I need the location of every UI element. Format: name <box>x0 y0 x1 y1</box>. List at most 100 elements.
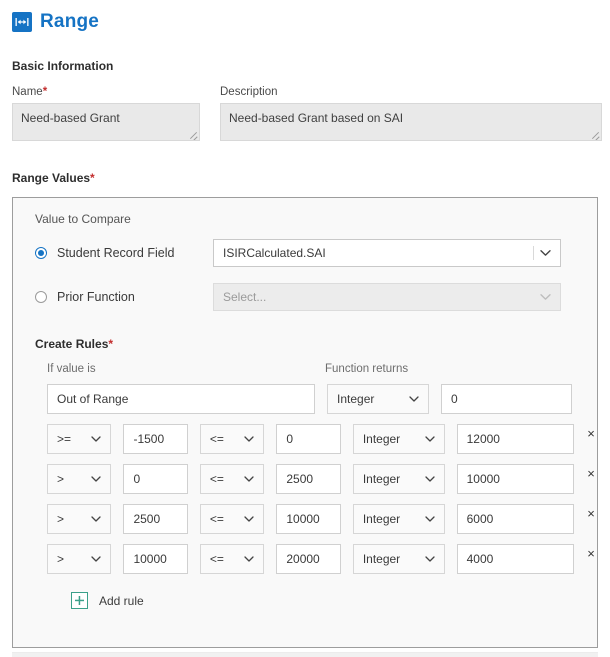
chevron-down-icon[interactable] <box>424 436 435 442</box>
radio-student-record-field[interactable] <box>35 247 47 259</box>
rule-0-operator-low-select[interactable]: >= <box>47 424 112 454</box>
option-prior-function[interactable]: Prior Function Select... <box>35 283 597 311</box>
basic-information-section: Basic Information Name* Need-based Grant… <box>0 59 610 141</box>
chevron-down-icon[interactable] <box>540 250 551 257</box>
rule-1-return-type-select[interactable]: Integer <box>352 464 445 494</box>
description-field-group: Description Need-based Grant based on SA… <box>220 86 602 141</box>
prior-function-select[interactable]: Select... <box>213 283 561 311</box>
rule-3-value-low-input[interactable]: 10000 <box>123 544 188 574</box>
delete-rule-icon[interactable]: × <box>585 506 597 520</box>
rule-1-operator-low-select[interactable]: > <box>47 464 112 494</box>
rule-3-value-high-input[interactable]: 20000 <box>276 544 341 574</box>
add-rule-button[interactable]: Add rule <box>71 592 597 609</box>
chevron-down-icon[interactable] <box>91 476 102 482</box>
chevron-down-icon[interactable] <box>91 516 102 522</box>
basic-information-heading: Basic Information <box>12 59 610 73</box>
rule-0-return-value-input[interactable]: 12000 <box>456 424 575 454</box>
rule-1-operator-low-value: > <box>57 472 65 486</box>
resize-handle-icon[interactable] <box>188 129 198 139</box>
rule-2-return-value: 6000 <box>466 512 494 526</box>
rule-2-return-type-select[interactable]: Integer <box>352 504 445 534</box>
rule-1-value-low-input[interactable]: 0 <box>123 464 188 494</box>
rule-row-out-of-range: Out of Range Integer 0 <box>47 384 597 414</box>
rule-2-operator-low-value: > <box>57 512 65 526</box>
out-of-range-return-type-value: Integer <box>337 392 375 406</box>
student-record-field-select[interactable]: ISIRCalculated.SAI <box>213 239 561 267</box>
prior-function-select-wrap: Select... <box>213 283 561 311</box>
rule-3-return-value: 4000 <box>466 552 494 566</box>
table-row: > 10000 <= 20000 Integer 4000 × <box>47 544 597 574</box>
chevron-down-icon[interactable] <box>409 396 419 402</box>
radio-label-prior-function: Prior Function <box>57 290 135 304</box>
name-label-text: Name <box>12 86 43 98</box>
rule-1-value-high-input[interactable]: 2500 <box>276 464 341 494</box>
out-of-range-return-type-select[interactable]: Integer <box>327 384 430 414</box>
rule-2-value-low-input[interactable]: 2500 <box>123 504 188 534</box>
rule-0-return-value: 12000 <box>466 432 500 446</box>
out-of-range-label-value: Out of Range <box>57 392 129 406</box>
page-header: Range <box>0 0 610 32</box>
rule-1-return-value: 10000 <box>466 472 500 486</box>
chevron-down-icon[interactable] <box>424 556 435 562</box>
range-editor-page: Range Basic Information Name* Need-based… <box>0 0 610 657</box>
add-rule-label: Add rule <box>99 593 144 608</box>
description-input[interactable]: Need-based Grant based on SAI <box>220 103 602 141</box>
rule-0-return-type-select[interactable]: Integer <box>352 424 445 454</box>
rule-1-operator-high-select[interactable]: <= <box>199 464 265 494</box>
rule-3-value-high: 20000 <box>286 552 320 566</box>
rule-2-value-high: 10000 <box>286 512 320 526</box>
chevron-down-icon[interactable] <box>91 436 102 442</box>
create-rules-heading: Create Rules* <box>35 337 597 351</box>
table-row: >= -1500 <= 0 Integer 12000 × <box>47 424 597 454</box>
delete-rule-icon[interactable]: × <box>585 466 597 480</box>
rule-3-return-value-input[interactable]: 4000 <box>456 544 575 574</box>
chevron-down-icon[interactable] <box>424 516 435 522</box>
delete-rule-icon[interactable]: × <box>585 426 597 440</box>
chevron-down-icon[interactable] <box>244 476 255 482</box>
chevron-down-icon[interactable] <box>244 436 255 442</box>
rule-3-return-type-value: Integer <box>362 552 401 566</box>
basic-information-fields: Name* Need-based Grant Description Need-… <box>12 86 610 141</box>
rule-2-operator-high-select[interactable]: <= <box>199 504 265 534</box>
rule-3-return-type-select[interactable]: Integer <box>352 544 445 574</box>
rule-3-value-low: 10000 <box>133 552 167 566</box>
rule-2-return-type-value: Integer <box>362 512 401 526</box>
description-label-text: Description <box>220 86 278 98</box>
name-label: Name* <box>12 86 200 98</box>
rule-1-return-value-input[interactable]: 10000 <box>456 464 575 494</box>
range-values-panel: Value to Compare Student Record Field IS… <box>12 197 598 648</box>
rule-0-operator-high-select[interactable]: <= <box>199 424 265 454</box>
resize-handle-icon[interactable] <box>590 129 600 139</box>
prior-function-select-value: Select... <box>223 290 267 304</box>
rules-list: Out of Range Integer 0 >= -1500 <= 0 Int… <box>47 384 597 574</box>
rule-3-operator-low-select[interactable]: > <box>47 544 112 574</box>
rule-2-operator-high-value: <= <box>209 512 224 526</box>
rule-3-operator-low-value: > <box>57 552 65 566</box>
create-rules-heading-text: Create Rules <box>35 337 109 351</box>
chevron-down-icon[interactable] <box>244 556 255 562</box>
description-label: Description <box>220 86 602 98</box>
value-to-compare-label: Value to Compare <box>35 212 131 226</box>
basic-information-heading-text: Basic Information <box>12 59 114 73</box>
footer-strip <box>12 652 598 657</box>
chevron-down-icon[interactable] <box>91 556 102 562</box>
rule-0-value-high-input[interactable]: 0 <box>276 424 341 454</box>
name-input-value: Need-based Grant <box>21 111 120 125</box>
rule-1-operator-high-value: <= <box>209 472 224 486</box>
delete-rule-icon[interactable]: × <box>585 546 597 560</box>
rule-3-operator-high-select[interactable]: <= <box>199 544 265 574</box>
rule-2-value-high-input[interactable]: 10000 <box>276 504 341 534</box>
out-of-range-label-input[interactable]: Out of Range <box>47 384 315 414</box>
option-student-record-field[interactable]: Student Record Field ISIRCalculated.SAI <box>35 239 597 267</box>
range-arrows-icon <box>12 12 32 32</box>
chevron-down-icon[interactable] <box>424 476 435 482</box>
rule-0-value-low-input[interactable]: -1500 <box>123 424 188 454</box>
name-input[interactable]: Need-based Grant <box>12 103 200 141</box>
page-title: Range <box>40 11 100 32</box>
column-header-function-returns: Function returns <box>325 363 409 375</box>
rule-2-operator-low-select[interactable]: > <box>47 504 112 534</box>
out-of-range-return-value-input[interactable]: 0 <box>441 384 573 414</box>
radio-prior-function[interactable] <box>35 291 47 303</box>
rule-2-return-value-input[interactable]: 6000 <box>456 504 575 534</box>
chevron-down-icon[interactable] <box>244 516 255 522</box>
